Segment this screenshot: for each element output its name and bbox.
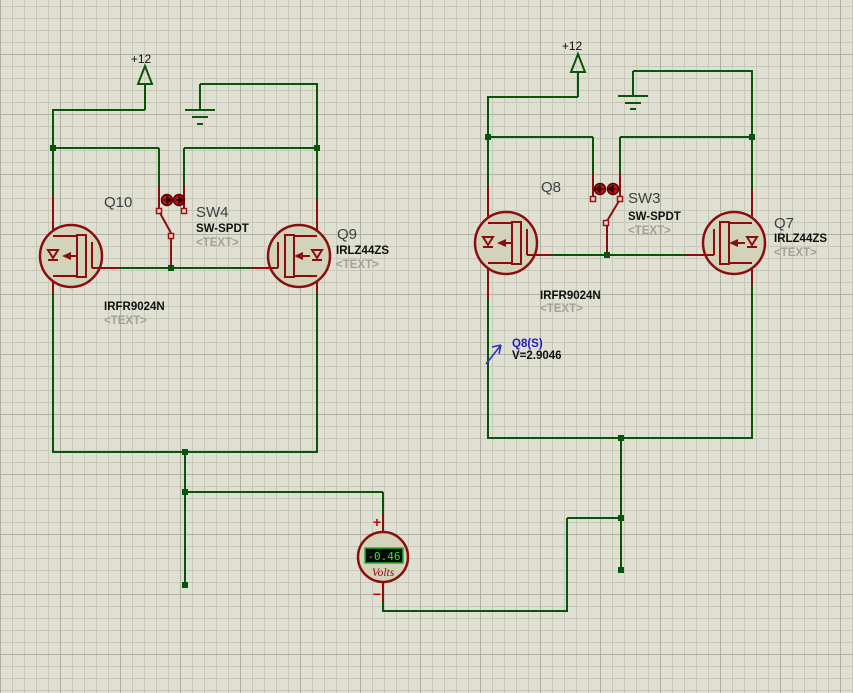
wire <box>487 286 753 439</box>
component-value-label: IRFR9024N <box>540 290 601 302</box>
component-ref-label: Q7 <box>774 215 794 232</box>
component-text-placeholder: <TEXT> <box>336 259 379 271</box>
power-arrow-icon <box>136 63 154 85</box>
wire-end-terminal <box>182 582 188 588</box>
mosfet-q8[interactable]: Q8 IRFR9024N <TEXT> <box>473 179 601 315</box>
left-circuit-wires <box>50 83 383 588</box>
component-value-label: IRFR9024N <box>104 301 165 313</box>
schematic-svg: +12 Q10 IRFR9024N <TEXT> SW4 SW-SPDT <TE… <box>38 39 827 612</box>
wire <box>382 518 568 612</box>
junction-dot <box>168 265 174 271</box>
component-value-label: SW-SPDT <box>196 223 249 235</box>
power-arrow-icon <box>569 51 587 73</box>
probe-value: V=2.9046 <box>512 350 562 362</box>
switch-lever <box>159 212 172 234</box>
voltmeter-reading: -0.46 <box>367 550 400 563</box>
wire <box>52 109 145 148</box>
junction-dot <box>182 489 188 495</box>
junction-dot <box>618 515 624 521</box>
junction-dot <box>50 145 56 151</box>
switch-terminal <box>167 232 175 240</box>
component-ref-label: Q8 <box>541 179 561 196</box>
junction-dot <box>604 252 610 258</box>
voltmeter[interactable]: + − -0.46 Volts <box>356 492 568 612</box>
right-circuit-wires <box>485 70 755 573</box>
junction-dot <box>485 134 491 140</box>
vcc-symbol-right[interactable]: +12 <box>562 39 587 97</box>
wire-end-terminal <box>618 567 624 573</box>
wire <box>184 452 383 493</box>
component-ref-label: SW3 <box>628 190 661 207</box>
component-value-label: SW-SPDT <box>628 211 681 223</box>
component-text-placeholder: <TEXT> <box>540 303 583 315</box>
mosfet-q10[interactable]: Q10 IRFR9024N <TEXT> <box>38 194 165 327</box>
wire <box>52 293 318 453</box>
voltmeter-minus-label: − <box>373 586 381 602</box>
probe-label: Q8(S) <box>512 338 543 350</box>
ground-symbol-left[interactable] <box>185 84 215 125</box>
junction-dot <box>182 449 188 455</box>
wire <box>487 96 578 137</box>
component-text-placeholder: <TEXT> <box>774 247 817 259</box>
component-ref-label: Q9 <box>337 226 357 243</box>
wire <box>200 83 318 148</box>
left-circuit: +12 Q10 IRFR9024N <TEXT> SW4 SW-SPDT <TE… <box>38 52 389 588</box>
mosfet-q7[interactable]: Q7 IRLZ44ZS <TEXT> <box>686 190 827 286</box>
wire <box>633 70 753 137</box>
junction-dot <box>314 145 320 151</box>
switch-lever <box>606 200 620 222</box>
vcc-label-left: +12 <box>131 52 152 66</box>
component-value-label: IRLZ44ZS <box>774 233 827 245</box>
voltmeter-plus-label: + <box>373 514 381 530</box>
component-text-placeholder: <TEXT> <box>196 237 239 249</box>
voltmeter-unit-label: Volts <box>372 567 395 579</box>
vcc-symbol-left[interactable]: +12 <box>131 52 154 110</box>
component-text-placeholder: <TEXT> <box>104 315 147 327</box>
component-ref-label: Q10 <box>104 194 132 211</box>
component-ref-label: SW4 <box>196 204 229 221</box>
mosfet-q9[interactable]: Q9 IRLZ44ZS <TEXT> <box>252 199 389 293</box>
switch-terminal <box>589 195 597 203</box>
switch-sw4[interactable]: SW4 SW-SPDT <TEXT> <box>155 186 249 265</box>
switch-terminal <box>180 207 188 215</box>
right-circuit: +12 Q8 IRFR9024N <TEXT> SW3 SW-SPDT <TEX… <box>473 39 827 573</box>
switch-terminal <box>602 219 610 227</box>
junction-dot <box>749 134 755 140</box>
vcc-label-right: +12 <box>562 39 583 53</box>
voltage-probe[interactable]: Q8(S) V=2.9046 <box>485 338 562 365</box>
junction-dot <box>618 435 624 441</box>
switch-sw3[interactable]: SW3 SW-SPDT <TEXT> <box>589 174 681 252</box>
schematic-canvas: +12 Q10 IRFR9024N <TEXT> SW4 SW-SPDT <TE… <box>0 0 853 693</box>
component-value-label: IRLZ44ZS <box>336 245 389 257</box>
component-text-placeholder: <TEXT> <box>628 225 671 237</box>
ground-symbol-right[interactable] <box>618 71 648 110</box>
